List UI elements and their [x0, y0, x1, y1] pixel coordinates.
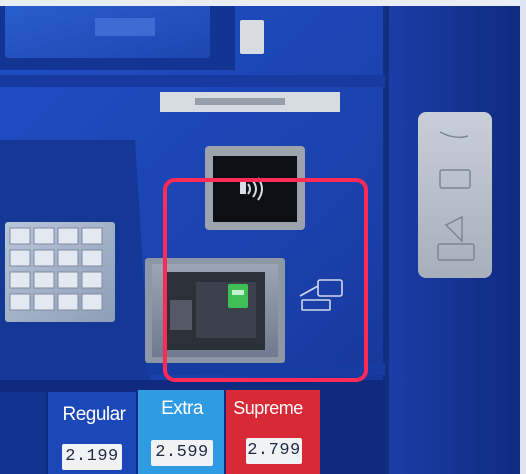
price-display-supreme: 2.799 [246, 438, 302, 464]
grade-label-extra: Extra [161, 398, 203, 419]
frame-right-border [520, 0, 526, 474]
grade-label-regular: Regular [62, 404, 126, 425]
card-reader-highlight [163, 178, 368, 382]
price-display-extra: 2.599 [151, 440, 213, 466]
frame-top-border [0, 0, 526, 6]
grade-label-supreme: Supreme [233, 398, 303, 418]
price-display-regular: 2.199 [62, 444, 122, 470]
